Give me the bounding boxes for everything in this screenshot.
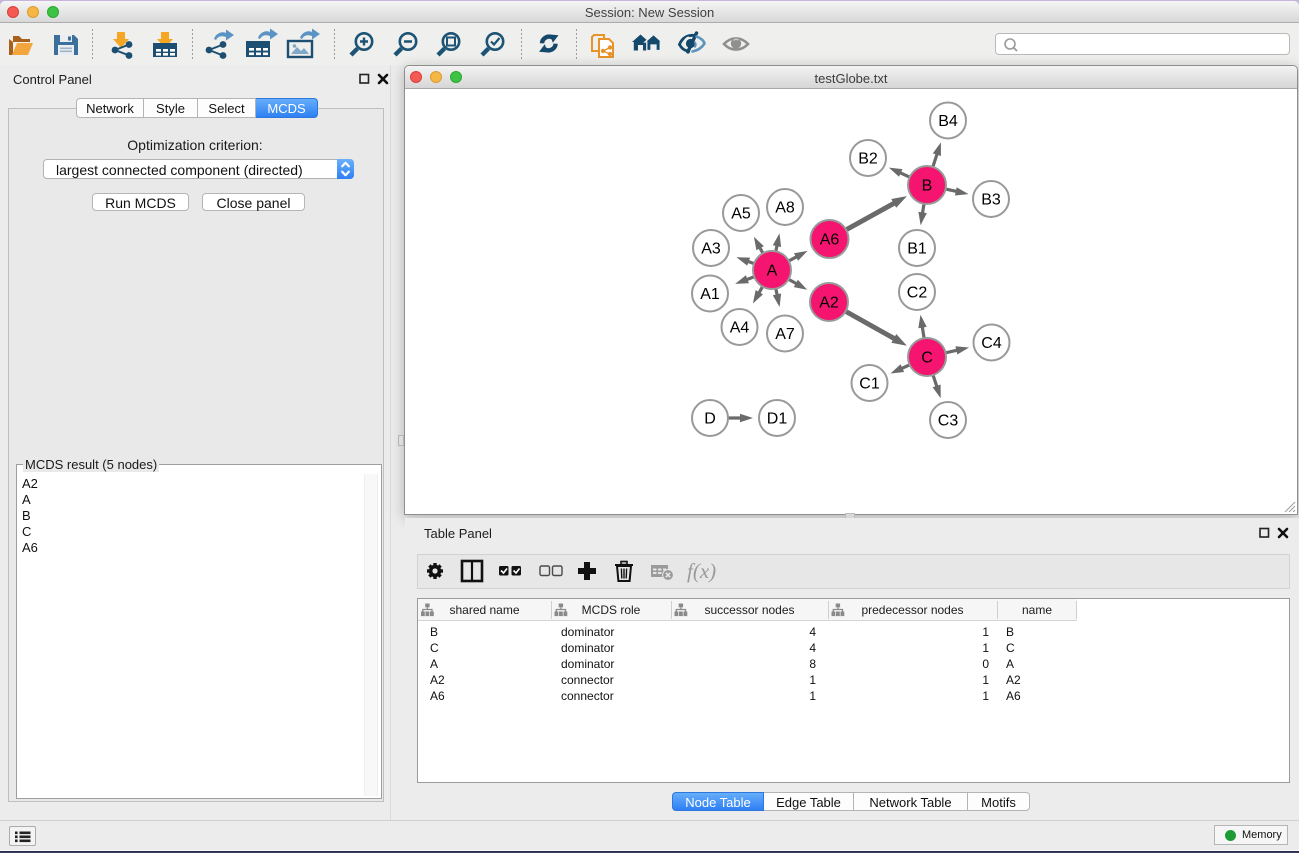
svg-text:f(x): f(x) — [687, 559, 716, 583]
svg-text:D: D — [704, 411, 716, 428]
svg-text:A3: A3 — [701, 241, 721, 258]
svg-text:B1: B1 — [907, 241, 927, 258]
svg-text:C4: C4 — [981, 335, 1002, 352]
svg-text:B3: B3 — [981, 192, 1001, 209]
svg-text:A: A — [767, 263, 778, 280]
svg-text:C3: C3 — [938, 413, 959, 430]
svg-text:A4: A4 — [730, 320, 750, 337]
svg-text:A2: A2 — [819, 295, 839, 312]
svg-text:C: C — [921, 350, 933, 367]
svg-text:C2: C2 — [907, 285, 928, 302]
svg-text:B4: B4 — [938, 113, 958, 130]
svg-text:A7: A7 — [775, 326, 795, 343]
svg-text:D1: D1 — [767, 411, 788, 428]
svg-text:A6: A6 — [820, 232, 840, 249]
svg-text:A5: A5 — [731, 206, 751, 223]
svg-text:A8: A8 — [775, 200, 795, 217]
svg-text:A1: A1 — [700, 286, 720, 303]
svg-text:B2: B2 — [858, 151, 878, 168]
svg-text:C1: C1 — [859, 376, 880, 393]
svg-text:B: B — [922, 178, 933, 195]
